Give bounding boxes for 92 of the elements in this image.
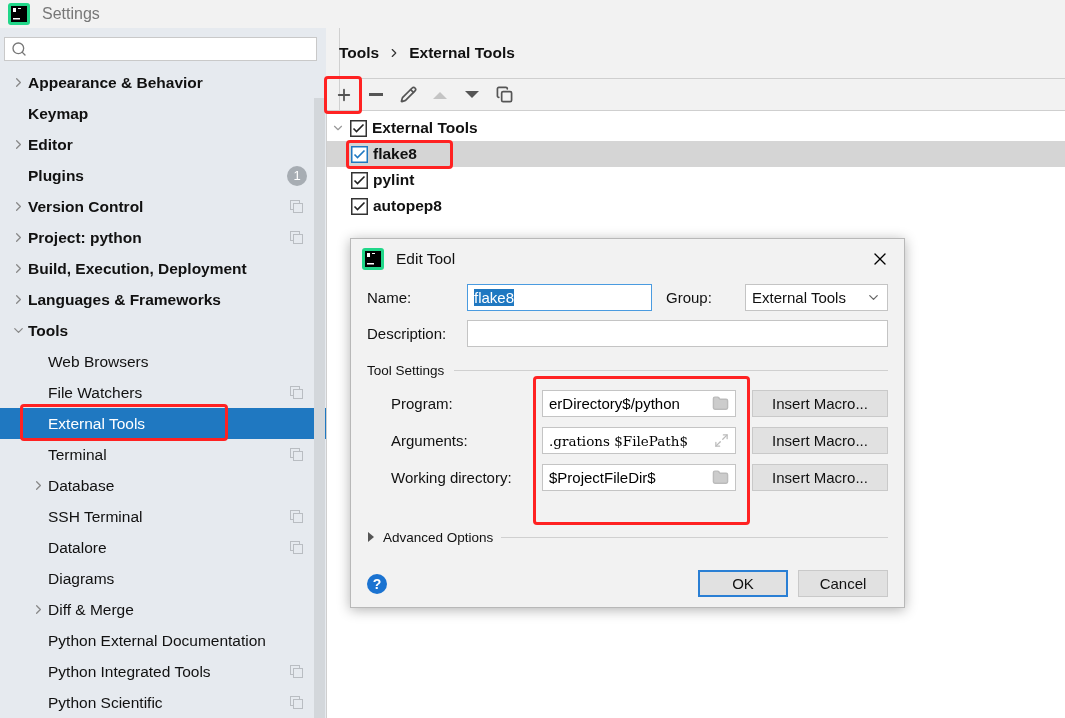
sidebar-item-label: External Tools — [48, 414, 147, 433]
field-label: Arguments: — [391, 432, 469, 449]
sidebar-item[interactable]: Database — [0, 470, 313, 501]
sidebar-item-label: Python Integrated Tools — [48, 662, 212, 681]
sidebar-item[interactable]: Diagrams — [0, 563, 313, 594]
dialog-title: Edit Tool — [396, 250, 457, 268]
copy-icon — [495, 86, 513, 103]
sidebar-item-label: Build, Execution, Deployment — [28, 259, 248, 278]
tree-item[interactable]: flake8 — [327, 141, 1065, 167]
checkbox[interactable] — [350, 119, 367, 137]
sidebar-item[interactable]: Python Integrated Tools — [0, 656, 313, 687]
field-label: Description: — [367, 324, 448, 342]
insert-macro-button[interactable]: Insert Macro... — [752, 464, 888, 491]
breadcrumb-item: External Tools — [409, 44, 515, 62]
sidebar-item[interactable]: Plugins 1 — [0, 160, 313, 191]
sidebar-item-label: Database — [48, 476, 116, 495]
scrollbar[interactable] — [314, 98, 325, 718]
expand-icon[interactable] — [714, 433, 729, 448]
group-dropdown[interactable]: External Tools — [745, 283, 888, 311]
sidebar-item-label: Diagrams — [48, 569, 116, 588]
path-field[interactable]: .grations $FilePath$ — [542, 427, 736, 454]
sidebar-item[interactable]: Web Browsers — [0, 346, 313, 377]
dialog-button[interactable]: Cancel — [798, 570, 888, 597]
sidebar-item[interactable]: Editor — [0, 129, 313, 160]
sidebar-item-label: Version Control — [28, 197, 145, 216]
up-triangle-icon — [432, 89, 448, 100]
sidebar-item-label: Tools — [28, 321, 70, 340]
folder-icon[interactable] — [712, 395, 729, 412]
checkbox[interactable] — [351, 145, 368, 163]
sidebar-item-label: Diff & Merge — [48, 600, 135, 619]
tree-item[interactable]: pylint — [327, 167, 1065, 193]
sidebar-item-label: Python External Documentation — [48, 631, 267, 650]
field-label: Working directory: — [391, 469, 513, 486]
collapsed-arrow-icon[interactable] — [367, 531, 375, 543]
update-count-badge: 1 — [287, 165, 307, 186]
checkbox[interactable] — [351, 197, 368, 215]
sidebar-item[interactable]: Datalore — [0, 532, 313, 563]
sidebar-item[interactable]: Keymap — [0, 98, 313, 129]
down-triangle-icon — [464, 89, 480, 100]
sidebar-item[interactable]: Languages & Frameworks — [0, 284, 313, 315]
sidebar-item[interactable]: Diff & Merge — [0, 594, 313, 625]
field-label: Name: — [367, 288, 413, 306]
sidebar-item[interactable]: Terminal — [0, 439, 313, 470]
folder-icon[interactable] — [712, 469, 729, 486]
path-field[interactable]: $ProjectFileDir$ — [542, 464, 736, 491]
sidebar-item[interactable]: Tools — [0, 315, 313, 346]
sidebar-item-label: SSH Terminal — [48, 507, 144, 526]
tree-item-label: pylint — [373, 171, 415, 189]
sidebar-item-label: File Watchers — [48, 383, 144, 402]
sidebar-item[interactable]: Appearance & Behavior — [0, 67, 313, 98]
sidebar-item-label: Editor — [28, 135, 74, 154]
search-field[interactable] — [4, 37, 317, 61]
field-label: Group: — [666, 288, 713, 306]
description-field[interactable] — [467, 319, 888, 347]
section-title: Tool Settings — [367, 362, 445, 378]
insert-macro-button[interactable]: Insert Macro... — [752, 427, 888, 454]
app-logo-icon — [8, 3, 30, 25]
search-icon — [11, 41, 27, 57]
help-button[interactable]: ? — [367, 573, 387, 594]
minus-icon — [369, 93, 383, 96]
field-label: Program: — [391, 395, 454, 412]
sidebar-item[interactable]: Build, Execution, Deployment — [0, 253, 313, 284]
sidebar-item[interactable]: File Watchers — [0, 377, 313, 408]
sidebar-item-label: Project: python — [28, 228, 143, 247]
section-title[interactable]: Advanced Options — [383, 529, 494, 545]
dialog-button[interactable]: OK — [698, 570, 788, 597]
sidebar-item-label: Python Scientific — [48, 693, 164, 712]
window-title: Settings — [42, 5, 100, 23]
name-field[interactable]: flake8 — [467, 283, 652, 311]
sidebar-item-label: Datalore — [48, 538, 108, 557]
sidebar-item-label: Keymap — [28, 104, 90, 123]
sidebar-item[interactable]: Python Scientific — [0, 687, 313, 718]
checkbox[interactable] — [351, 171, 368, 189]
tree-item-label: autopep8 — [373, 197, 442, 215]
sidebar-item[interactable]: SSH Terminal — [0, 501, 313, 532]
app-logo-icon — [362, 248, 384, 270]
sidebar-item[interactable]: Version Control — [0, 191, 313, 222]
sidebar-item[interactable]: Python External Documentation — [0, 625, 313, 656]
tree-group-label: External Tools — [372, 119, 478, 137]
tree-item[interactable]: autopep8 — [327, 193, 1065, 219]
path-field[interactable]: erDirectory$/python — [542, 390, 736, 417]
tree-item-label: flake8 — [373, 145, 417, 163]
sidebar-item-label: Languages & Frameworks — [28, 290, 222, 309]
sidebar-item[interactable]: Project: python — [0, 222, 313, 253]
pencil-icon — [399, 86, 417, 103]
sidebar-item[interactable]: External Tools — [0, 408, 326, 439]
insert-macro-button[interactable]: Insert Macro... — [752, 390, 888, 417]
sidebar-item-label: Appearance & Behavior — [28, 73, 204, 92]
breadcrumb-item: Tools — [339, 44, 380, 62]
sidebar-item-label: Plugins — [28, 166, 85, 185]
sidebar-item-label: Terminal — [48, 445, 108, 464]
sidebar-item-label: Web Browsers — [48, 352, 150, 371]
